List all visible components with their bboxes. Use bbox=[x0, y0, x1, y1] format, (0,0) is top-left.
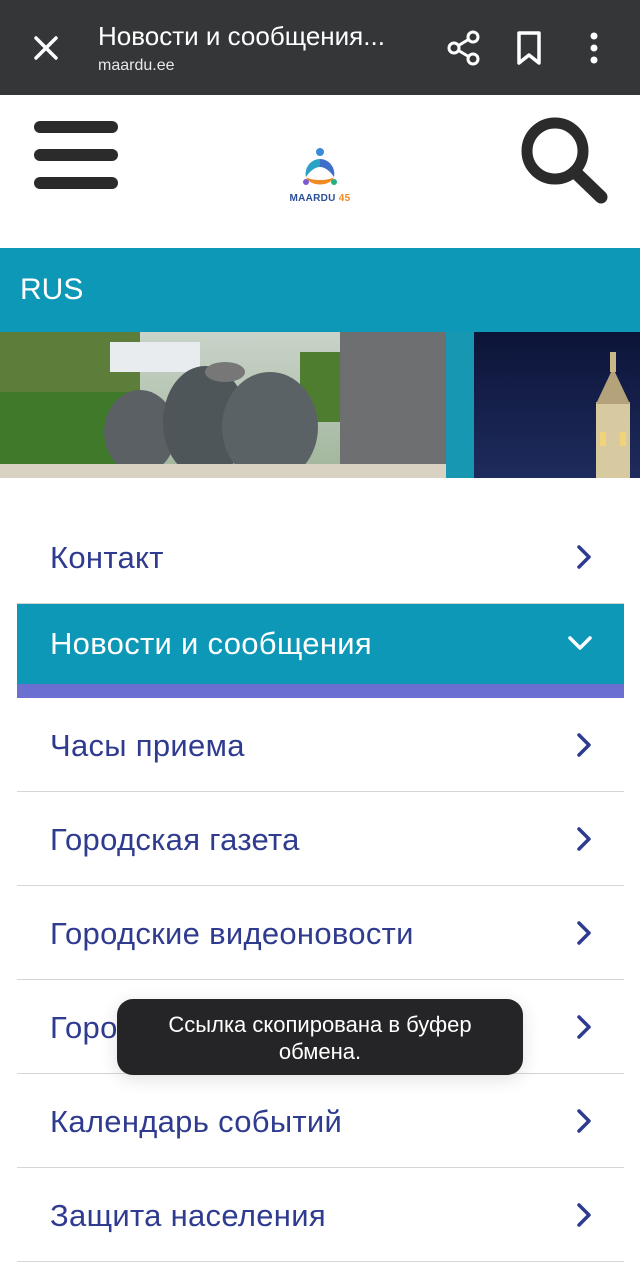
page-title: Новости и сообщения... bbox=[98, 21, 385, 51]
menu-item-label: Новости и сообщения bbox=[50, 626, 372, 661]
menu-item-label: Часы приема bbox=[50, 728, 245, 763]
menu-item-city-newspaper[interactable]: Городская газета bbox=[17, 792, 624, 886]
menu-item-events-calendar[interactable]: Календарь событий bbox=[17, 1074, 624, 1168]
site-header: MAARDU 45 bbox=[0, 95, 640, 248]
language-selector[interactable]: RUS bbox=[20, 272, 83, 308]
browser-toolbar: Новости и сообщения... maardu.ee bbox=[0, 0, 640, 95]
chevron-right-icon bbox=[577, 1015, 591, 1039]
hamburger-menu-icon[interactable] bbox=[34, 121, 118, 189]
toast-notification: Ссылка скопирована в буфер обмена. bbox=[117, 999, 523, 1075]
chevron-right-icon bbox=[577, 545, 591, 569]
search-icon[interactable] bbox=[518, 113, 610, 205]
menu-item-label: Календарь событий bbox=[50, 1104, 343, 1139]
chevron-right-icon bbox=[577, 733, 591, 757]
banner-photo bbox=[0, 332, 640, 478]
menu-item-label: Защита населения bbox=[50, 1198, 326, 1233]
chevron-right-icon bbox=[577, 827, 591, 851]
menu-item-contact[interactable]: Контакт bbox=[17, 510, 624, 604]
maardu-logo[interactable]: MAARDU 45 bbox=[284, 145, 356, 207]
bookmark-icon[interactable] bbox=[510, 28, 548, 68]
menu-item-reception-hours[interactable]: Часы приема bbox=[17, 698, 624, 792]
logo-text: MAARDU 45 bbox=[284, 193, 356, 204]
share-icon[interactable] bbox=[444, 28, 484, 68]
logo-number: 45 bbox=[338, 193, 351, 204]
menu-item-news[interactable]: Новости и сообщения bbox=[17, 604, 624, 684]
navigation-menu: Контакт Новости и сообщения Часы приема … bbox=[17, 510, 624, 1262]
toast-message: Ссылка скопирована в буфер обмена. bbox=[168, 1012, 472, 1064]
menu-item-label: Городская газета bbox=[50, 822, 300, 857]
menu-item-city-video-news[interactable]: Городские видеоновости bbox=[17, 886, 624, 980]
close-icon[interactable] bbox=[26, 28, 66, 68]
banner-image bbox=[0, 332, 640, 478]
chevron-right-icon bbox=[577, 1109, 591, 1133]
chevron-right-icon bbox=[577, 921, 591, 945]
logo-name: MAARDU bbox=[289, 193, 336, 204]
logo-mark-icon bbox=[303, 148, 337, 185]
chevron-right-icon bbox=[577, 1203, 591, 1227]
menu-item-label: Горо bbox=[50, 1010, 118, 1045]
menu-item-civil-protection[interactable]: Защита населения bbox=[17, 1168, 624, 1262]
more-options-icon[interactable] bbox=[580, 28, 608, 68]
menu-item-label: Городские видеоновости bbox=[50, 916, 414, 951]
page-domain: maardu.ee bbox=[98, 57, 175, 74]
menu-item-label: Контакт bbox=[50, 540, 164, 575]
chevron-down-icon bbox=[568, 636, 592, 650]
active-item-underline bbox=[17, 684, 624, 698]
language-bar: RUS bbox=[0, 248, 640, 332]
